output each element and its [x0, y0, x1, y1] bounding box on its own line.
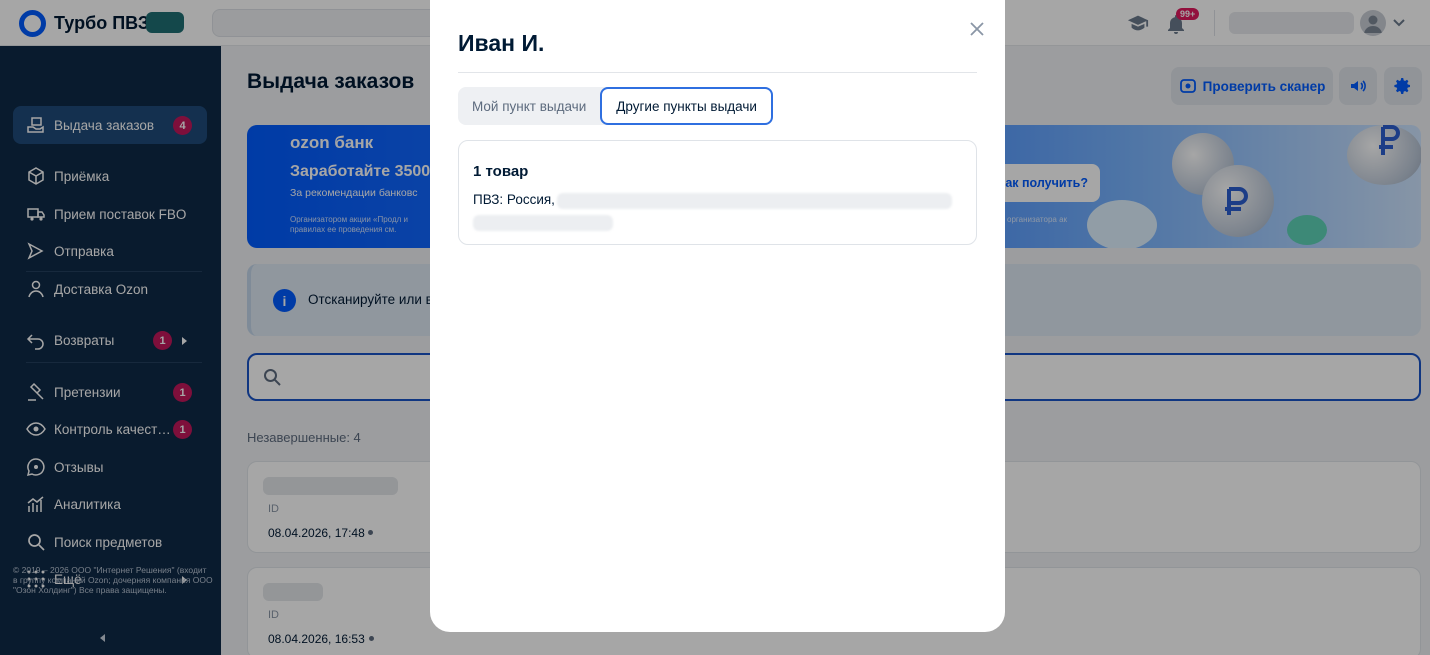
close-icon	[970, 22, 984, 36]
pickup-point-address	[557, 193, 952, 209]
pickup-point-address-line2	[473, 215, 613, 231]
customer-modal: Иван И. Мой пункт выдачи Другие пункты в…	[430, 0, 1005, 632]
pickup-point-address-label: ПВЗ: Россия,	[473, 192, 555, 207]
pickup-point-card[interactable]: 1 товар ПВЗ: Россия,	[458, 140, 977, 245]
modal-title: Иван И.	[458, 30, 545, 56]
divider	[458, 72, 977, 73]
close-button[interactable]	[967, 19, 987, 39]
tab-my-pickup-point[interactable]: Мой пункт выдачи	[458, 87, 600, 125]
item-count: 1 товар	[473, 163, 529, 180]
pickup-point-tabs: Мой пункт выдачи Другие пункты выдачи	[458, 87, 773, 125]
tab-other-pickup-points[interactable]: Другие пункты выдачи	[600, 87, 773, 125]
